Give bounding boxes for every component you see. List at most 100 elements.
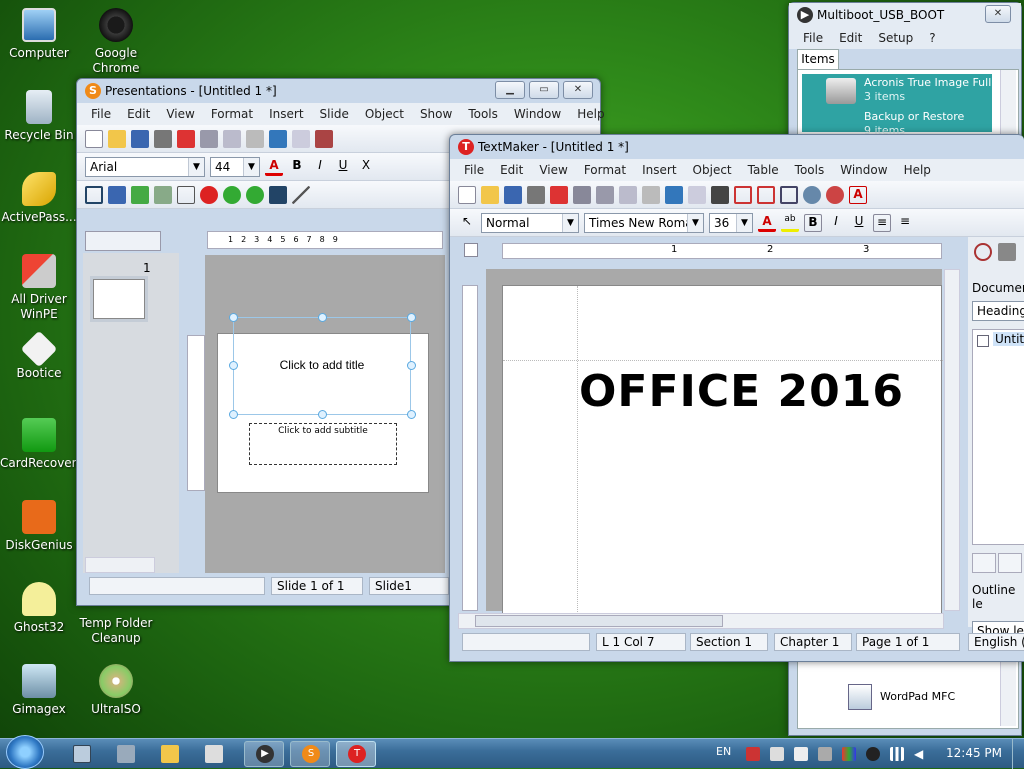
resize-handle[interactable] bbox=[407, 410, 416, 419]
new-icon[interactable] bbox=[85, 130, 103, 148]
taskbar-pin-folder[interactable] bbox=[150, 741, 190, 767]
picture-icon[interactable] bbox=[131, 186, 149, 204]
maximize-icon[interactable]: ▭ bbox=[529, 81, 559, 99]
resize-handle[interactable] bbox=[229, 361, 238, 370]
menu-table[interactable]: Table bbox=[740, 163, 787, 177]
ole-icon[interactable] bbox=[177, 186, 195, 204]
volume-icon[interactable]: ◀ bbox=[914, 747, 928, 761]
tray-icon[interactable] bbox=[770, 747, 784, 761]
columns-icon[interactable] bbox=[780, 186, 798, 204]
taskbar-pin-explorer[interactable] bbox=[62, 741, 102, 767]
desktop-icon-cardrecovery[interactable]: CardRecovery bbox=[0, 418, 78, 471]
presentations-object-icon[interactable] bbox=[246, 186, 264, 204]
font-color-icon[interactable]: A bbox=[265, 158, 283, 176]
desktop-icon-ghost32[interactable]: Ghost32 bbox=[0, 582, 78, 635]
cut-icon[interactable] bbox=[596, 186, 614, 204]
prev-button[interactable] bbox=[998, 553, 1022, 573]
font-size-select[interactable]: 44▼ bbox=[210, 157, 260, 177]
tray-icon[interactable] bbox=[818, 747, 832, 761]
language-indicator[interactable]: EN bbox=[716, 745, 731, 758]
menu-edit[interactable]: Edit bbox=[492, 163, 531, 177]
undo-icon[interactable] bbox=[269, 130, 287, 148]
desktop-icon-all-driver[interactable]: All Driver WinPE bbox=[0, 254, 78, 322]
taskbar-presentations[interactable]: S bbox=[290, 741, 330, 767]
print-icon[interactable] bbox=[527, 186, 545, 204]
bold-icon[interactable]: B bbox=[804, 214, 822, 232]
preview-icon[interactable] bbox=[573, 186, 591, 204]
desktop-icon-activepass[interactable]: ActivePass... bbox=[0, 172, 78, 225]
resize-handle[interactable] bbox=[407, 361, 416, 370]
desktop-icon-gimagex[interactable]: Gimagex bbox=[0, 664, 78, 717]
title-placeholder[interactable]: Click to add title bbox=[233, 317, 411, 415]
resize-handle[interactable] bbox=[407, 313, 416, 322]
desktop-icon-recycle-bin[interactable]: Recycle Bin bbox=[0, 90, 78, 143]
menu-format[interactable]: Format bbox=[203, 107, 261, 121]
pdf-icon[interactable] bbox=[550, 186, 568, 204]
resize-handle[interactable] bbox=[229, 410, 238, 419]
menu-file[interactable]: File bbox=[795, 31, 831, 45]
bold-icon[interactable]: B bbox=[288, 158, 306, 176]
styles-icon[interactable] bbox=[998, 243, 1016, 261]
tray-icon[interactable] bbox=[866, 747, 880, 761]
document-page[interactable]: OFFICE 2016 bbox=[502, 285, 942, 615]
show-desktop-button[interactable] bbox=[1012, 739, 1024, 769]
horizontal-scrollbar[interactable] bbox=[458, 613, 944, 629]
menu-edit[interactable]: Edit bbox=[831, 31, 870, 45]
close-icon[interactable]: ✕ bbox=[985, 5, 1011, 23]
resize-handle[interactable] bbox=[229, 313, 238, 322]
cut-icon[interactable] bbox=[200, 130, 218, 148]
tray-icon[interactable] bbox=[746, 747, 760, 761]
textmaker-object-icon[interactable] bbox=[200, 186, 218, 204]
copy-icon[interactable] bbox=[619, 186, 637, 204]
menu-view[interactable]: View bbox=[158, 107, 202, 121]
chart-icon[interactable] bbox=[154, 186, 172, 204]
subtitle-placeholder[interactable]: Click to add subtitle bbox=[249, 423, 397, 465]
tab-items[interactable]: Items bbox=[797, 49, 839, 69]
taskbar-multiboot[interactable]: ▶ bbox=[244, 741, 284, 767]
font-icon[interactable]: A bbox=[849, 186, 867, 204]
list-item[interactable]: Acronis True Image Full 3 items Backup o… bbox=[802, 74, 992, 132]
taskbar-pin-network[interactable] bbox=[106, 741, 146, 767]
menu-help[interactable]: Help bbox=[569, 107, 612, 121]
pointer-icon[interactable]: ↖ bbox=[458, 214, 476, 232]
spellcheck-icon[interactable] bbox=[826, 186, 844, 204]
close-icon[interactable]: ✕ bbox=[563, 81, 593, 99]
resize-handle[interactable] bbox=[318, 410, 327, 419]
italic-icon[interactable]: I bbox=[311, 158, 329, 176]
menu-show[interactable]: Show bbox=[412, 107, 460, 121]
menu-edit[interactable]: Edit bbox=[119, 107, 158, 121]
document-heading[interactable]: OFFICE 2016 bbox=[579, 366, 904, 417]
style-select[interactable]: Normal▼ bbox=[481, 213, 579, 233]
copy-icon[interactable] bbox=[223, 130, 241, 148]
redo-icon[interactable] bbox=[688, 186, 706, 204]
field-icon[interactable] bbox=[734, 186, 752, 204]
menu-format[interactable]: Format bbox=[576, 163, 634, 177]
taskbar-textmaker[interactable]: T bbox=[336, 741, 376, 767]
clock[interactable]: 12:45 PM bbox=[946, 746, 1002, 760]
list-item[interactable]: Untitl bbox=[993, 332, 1024, 346]
underline-icon[interactable]: U bbox=[850, 214, 868, 232]
pdf-icon[interactable] bbox=[177, 130, 195, 148]
menu-tools[interactable]: Tools bbox=[787, 163, 833, 177]
scrollbar-thumb[interactable] bbox=[475, 615, 723, 627]
strikethrough-icon[interactable]: X bbox=[357, 158, 375, 176]
font-size-select[interactable]: 36▼ bbox=[709, 213, 753, 233]
signal-icon[interactable] bbox=[890, 747, 904, 761]
horizontal-scrollbar[interactable] bbox=[85, 557, 155, 573]
menu-help[interactable]: Help bbox=[896, 163, 939, 177]
open-icon[interactable] bbox=[481, 186, 499, 204]
vertical-scrollbar[interactable] bbox=[944, 269, 960, 611]
menu-view[interactable]: View bbox=[531, 163, 575, 177]
start-button[interactable] bbox=[6, 735, 44, 769]
slide-panel-tabs[interactable] bbox=[85, 231, 161, 251]
desktop-icon-diskgenius[interactable]: DiskGenius bbox=[0, 500, 78, 553]
tray-icon[interactable] bbox=[794, 747, 808, 761]
print-icon[interactable] bbox=[154, 130, 172, 148]
undo-icon[interactable] bbox=[665, 186, 683, 204]
font-select[interactable]: Arial▼ bbox=[85, 157, 205, 177]
menu-insert[interactable]: Insert bbox=[634, 163, 684, 177]
font-color-icon[interactable]: A bbox=[758, 214, 776, 232]
slide-thumbnail[interactable] bbox=[93, 279, 145, 319]
menu-file[interactable]: File bbox=[456, 163, 492, 177]
zoom-icon[interactable] bbox=[315, 130, 333, 148]
